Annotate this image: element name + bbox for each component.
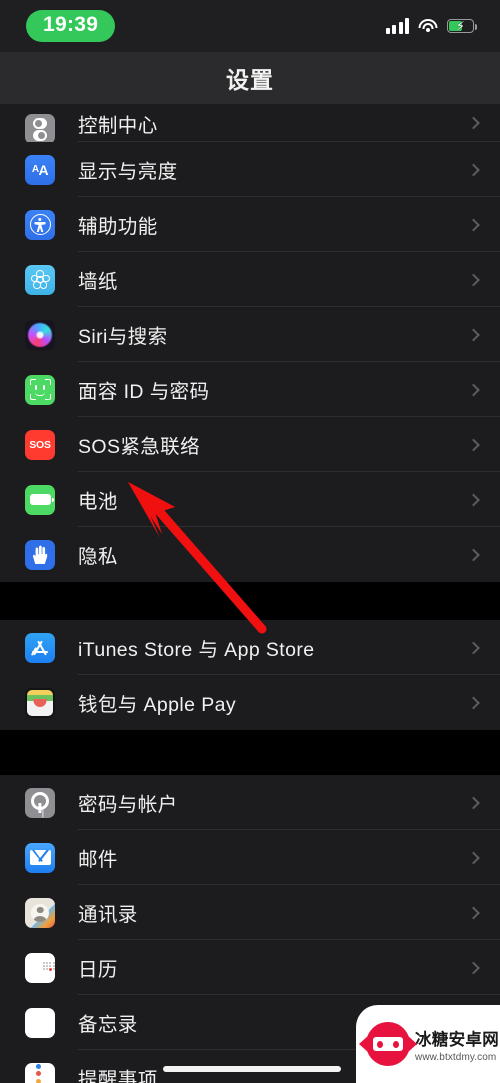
chevron-right-icon: [467, 163, 480, 176]
settings-group-1: 控制中心 AA 显示与亮度 辅助功能 墙纸 Siri与搜索 面容 ID 与密码 …: [0, 104, 500, 582]
wallpaper-icon: [25, 264, 55, 295]
row-label: 辅助功能: [78, 216, 158, 238]
wallet-icon: [25, 687, 55, 718]
notes-icon: [25, 1007, 55, 1038]
chevron-right-icon: [467, 383, 480, 396]
row-label: 电池: [78, 491, 118, 513]
candy-ninja-logo-icon: [359, 1022, 417, 1066]
accessibility-icon: [25, 209, 55, 240]
chevron-right-icon: [467, 493, 480, 506]
row-label: 面容 ID 与密码: [78, 381, 210, 403]
app-store-icon: [25, 632, 55, 663]
calendar-icon: [25, 952, 55, 983]
row-label: SOS紧急联络: [78, 436, 200, 458]
settings-row-passwords-accounts[interactable]: 密码与帐户: [0, 775, 500, 830]
reminders-icon: [25, 1062, 55, 1083]
status-bar: 19:39 ⚡: [0, 0, 500, 52]
row-label: 通讯录: [78, 904, 138, 926]
status-time-pill: 19:39: [26, 10, 116, 42]
face-id-icon: [25, 374, 55, 405]
row-label: iTunes Store 与 App Store: [78, 639, 315, 661]
chevron-right-icon: [467, 328, 480, 341]
watermark-site-name: 冰糖安卓网: [415, 1030, 499, 1049]
settings-row-mail[interactable]: 邮件: [0, 830, 500, 885]
settings-row-privacy[interactable]: 隐私: [0, 527, 500, 582]
home-indicator-bar: [163, 1066, 341, 1072]
contacts-icon: [25, 897, 55, 928]
emergency-sos-icon: SOS: [25, 429, 55, 460]
battery-charging-icon: ⚡: [447, 18, 477, 34]
settings-list[interactable]: 控制中心 AA 显示与亮度 辅助功能 墙纸 Siri与搜索 面容 ID 与密码 …: [0, 104, 500, 1083]
row-label: 隐私: [78, 546, 118, 568]
chevron-right-icon: [467, 438, 480, 451]
settings-row-emergency-sos[interactable]: SOS SOS紧急联络: [0, 417, 500, 472]
chevron-right-icon: [467, 548, 480, 561]
siri-search-icon: [25, 319, 55, 350]
settings-row-contacts[interactable]: 通讯录: [0, 885, 500, 940]
watermark-site-url: www.btxtdmy.com: [415, 1051, 497, 1063]
settings-row-face-id[interactable]: 面容 ID 与密码: [0, 362, 500, 417]
privacy-icon: [25, 539, 55, 570]
row-label: 提醒事项: [78, 1069, 158, 1083]
settings-row-control-center[interactable]: 控制中心: [0, 104, 500, 144]
row-label: 邮件: [78, 849, 118, 871]
chevron-right-icon: [467, 851, 480, 864]
row-label: 显示与亮度: [78, 161, 178, 183]
passwords-accounts-icon: [25, 787, 55, 818]
wifi-icon: [418, 18, 438, 34]
settings-row-battery[interactable]: 电池: [0, 472, 500, 527]
settings-row-wallpaper[interactable]: 墙纸: [0, 252, 500, 307]
row-label: 钱包与 Apple Pay: [78, 694, 237, 716]
page-title: 设置: [226, 67, 274, 93]
settings-row-accessibility[interactable]: 辅助功能: [0, 197, 500, 252]
chevron-right-icon: [467, 273, 480, 286]
row-label: 密码与帐户: [78, 794, 178, 816]
chevron-right-icon: [467, 116, 480, 130]
iphone-screen: 19:39 ⚡ 设置 控制中心 A A 显示与亮度 辅助功能 墙纸 Siri与搜…: [0, 0, 500, 1083]
mail-icon: [25, 842, 55, 873]
status-indicators: ⚡: [385, 18, 477, 34]
chevron-right-icon: [467, 796, 480, 809]
charging-bolt-icon: ⚡: [455, 18, 466, 34]
row-label: 日历: [78, 959, 118, 981]
chevron-right-icon: [467, 696, 480, 709]
row-label: 控制中心: [78, 115, 158, 137]
row-label: 墙纸: [78, 271, 118, 293]
settings-row-itunes-app-store[interactable]: iTunes Store 与 App Store: [0, 620, 500, 675]
site-watermark: 冰糖安卓网 www.btxtdmy.com: [356, 1005, 500, 1083]
settings-group-2: iTunes Store 与 App Store 钱包与 Apple Pay: [0, 620, 500, 730]
display-brightness-icon: AA: [25, 154, 55, 185]
chevron-right-icon: [467, 961, 480, 974]
watermark-text: 冰糖安卓网 www.btxtdmy.com: [415, 1026, 499, 1063]
settings-row-wallet-apple-pay[interactable]: 钱包与 Apple Pay: [0, 675, 500, 730]
settings-row-siri-search[interactable]: Siri与搜索: [0, 307, 500, 362]
cellular-signal-icon: [385, 18, 409, 34]
row-label: Siri与搜索: [78, 326, 168, 348]
row-label: 备忘录: [78, 1014, 138, 1036]
battery-settings-icon: [25, 484, 55, 515]
group-gap: [0, 730, 500, 775]
settings-row-display-brightness[interactable]: AA 显示与亮度: [0, 142, 500, 197]
control-center-icon: [25, 114, 55, 144]
chevron-right-icon: [467, 218, 480, 231]
chevron-right-icon: [467, 906, 480, 919]
settings-row-calendar[interactable]: 日历: [0, 940, 500, 995]
group-gap: [0, 582, 500, 620]
chevron-right-icon: [467, 641, 480, 654]
nav-bar: 设置: [0, 52, 500, 104]
